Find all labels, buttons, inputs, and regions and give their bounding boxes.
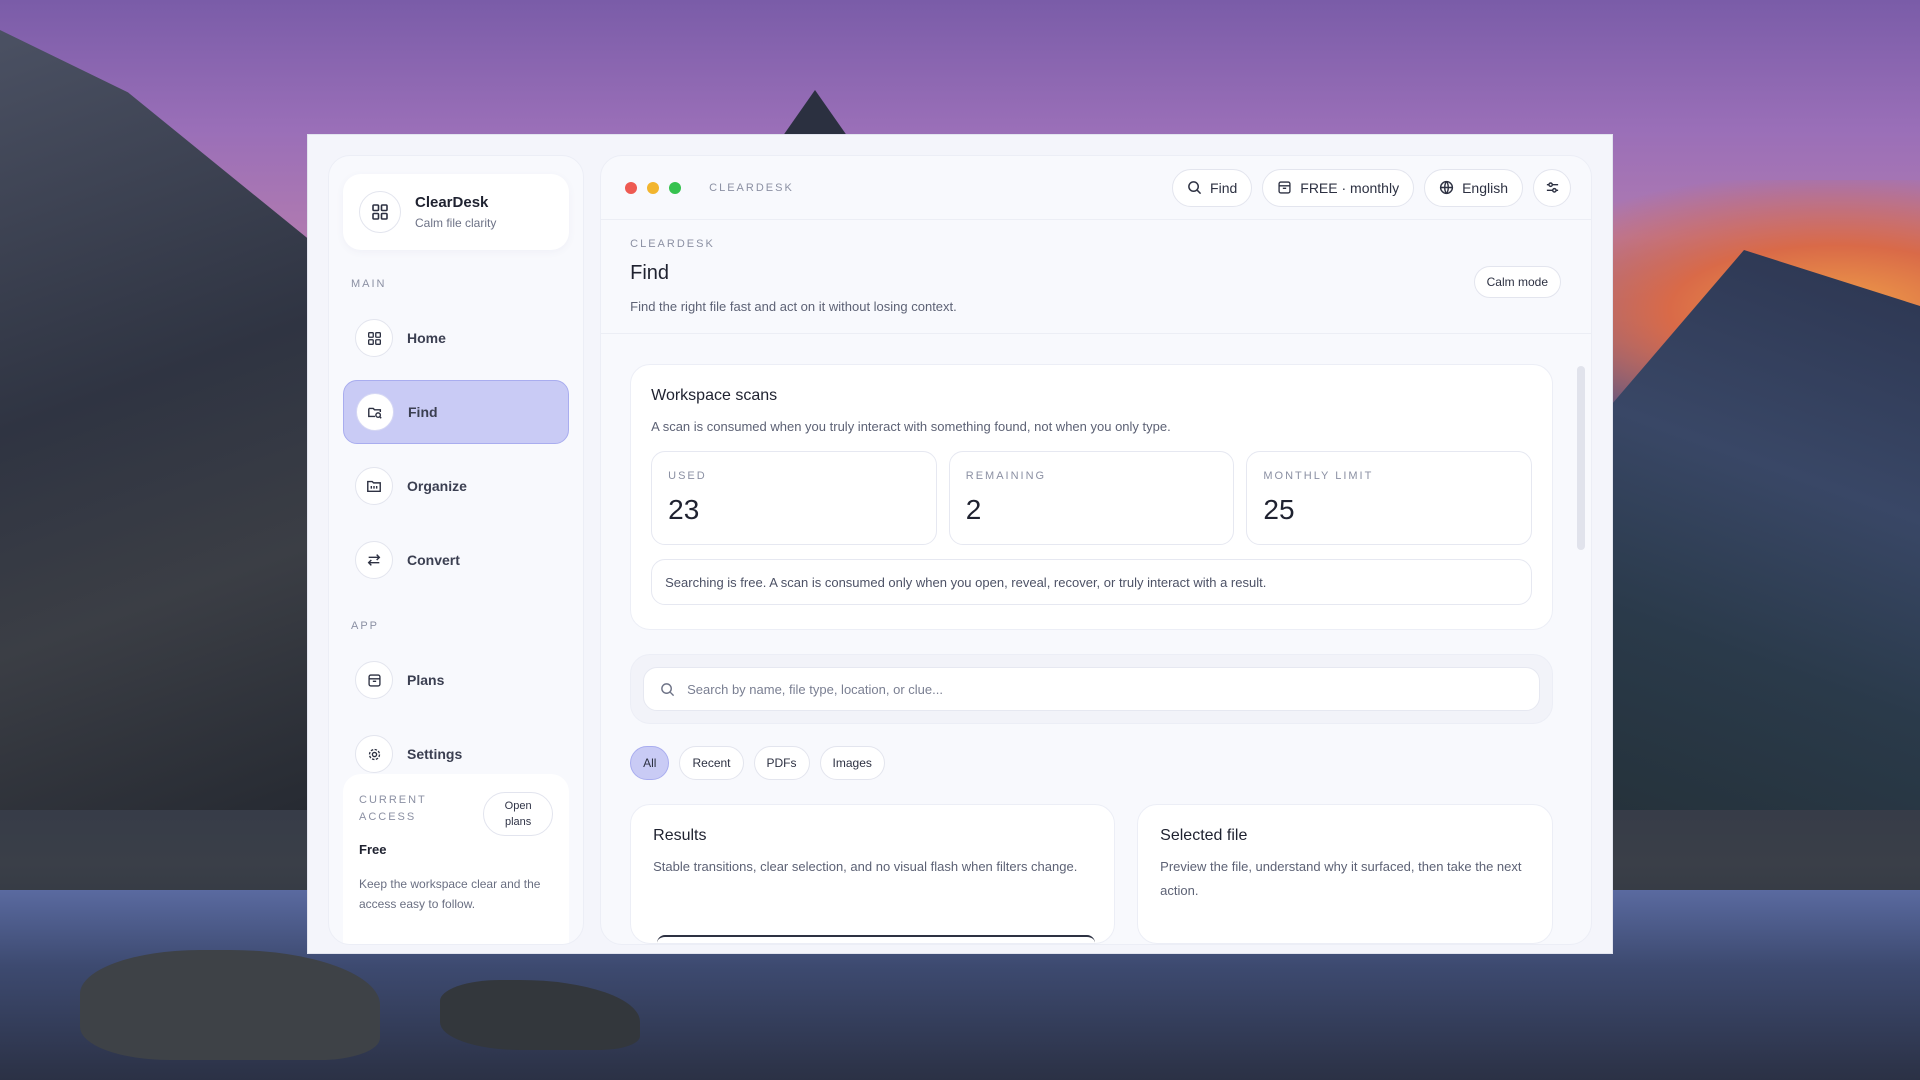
open-plans-button[interactable]: Open plans [483,792,554,836]
results-title: Results [653,827,707,844]
scrollbar[interactable] [1577,366,1585,550]
grid-icon [355,319,393,357]
settings-sliders-button[interactable] [1533,168,1571,207]
sidebar-item-organize[interactable]: Organize [343,454,569,518]
results-card: Results Stable transitions, clear select… [630,804,1116,944]
sidebar-item-label: Find [408,404,438,420]
access-label: CURRENT ACCESS [359,794,427,823]
results-list-edge [657,935,1096,943]
selected-description: Preview the file, understand why it surf… [1160,859,1522,898]
main-panel: CLEARDESK Find FREE · monthly English CL… [600,155,1592,945]
search-icon [1188,181,1202,195]
sidebar-item-plans[interactable]: Plans [343,648,569,712]
page-eyebrow: CLEARDESK [630,238,715,250]
plan-button[interactable]: FREE · monthly [1262,168,1415,207]
page-header: CLEARDESK Find Find the right file fast … [601,220,1591,334]
scans-description: A scan is consumed when you truly intera… [651,419,1171,434]
close-window-button[interactable] [625,181,638,194]
globe-icon [1439,180,1454,195]
page-content: Workspace scans A scan is consumed when … [601,334,1591,944]
search-icon [661,682,675,696]
archive-icon [1278,181,1291,194]
sidebar: ClearDesk Calm file clarity MAIN Home Fi… [328,155,585,945]
sidebar-item-convert[interactable]: Convert [343,528,569,592]
swap-icon [355,541,393,579]
stat-remaining: REMAINING 2 [948,451,1235,545]
find-button-label: Find [1210,179,1238,196]
stat-value: 23 [668,494,700,525]
workspace-scans-card: Workspace scans A scan is consumed when … [630,364,1553,630]
sliders-icon [1546,182,1558,193]
access-description: Keep the workspace clear and the access … [359,877,541,911]
window-title: CLEARDESK [709,181,794,194]
grid-icon [359,191,401,233]
language-button[interactable]: English [1424,168,1523,207]
sidebar-item-label: Plans [407,672,445,688]
filter-chip-pdfs[interactable]: PDFs [753,746,810,780]
page-description: Find the right file fast and act on it w… [630,299,957,314]
search-panel [630,654,1553,724]
brand-title: ClearDesk [415,194,489,211]
calm-mode-button[interactable]: Calm mode [1473,266,1561,298]
archive-icon [355,661,393,699]
page-title: Find [630,262,670,284]
filter-chip-all[interactable]: All [630,746,670,780]
stat-label: USED [668,470,707,482]
language-button-label: English [1462,179,1508,196]
plan-button-label: FREE · monthly [1300,179,1400,196]
maximize-window-button[interactable] [669,181,682,194]
sidebar-item-label: Settings [407,746,463,762]
section-label-main: MAIN [351,278,387,290]
sidebar-item-label: Home [407,330,446,346]
sidebar-item-home[interactable]: Home [343,306,569,370]
app-window: ClearDesk Calm file clarity MAIN Home Fi… [307,134,1613,954]
sidebar-item-label: Convert [407,552,460,568]
selected-title: Selected file [1160,827,1248,844]
filter-chip-images[interactable]: Images [819,746,885,780]
current-access-card: CURRENT ACCESS Open plans Free Keep the … [343,774,570,944]
brand-card[interactable]: ClearDesk Calm file clarity [343,174,570,250]
stat-used: USED 23 [651,451,937,545]
stat-label: MONTHLY LIMIT [1263,470,1374,482]
folder-search-icon [356,393,394,431]
minimize-window-button[interactable] [647,181,660,194]
brand-tagline: Calm file clarity [415,216,497,230]
scan-info-note: Searching is free. A scan is consumed on… [651,559,1532,605]
stat-value: 25 [1263,494,1295,525]
filter-chips: All Recent PDFs Images [630,746,1553,780]
filter-chip-recent[interactable]: Recent [679,746,744,780]
find-button[interactable]: Find [1172,168,1253,207]
folder-icon [355,467,393,505]
search-box[interactable] [643,667,1540,711]
sidebar-item-find[interactable]: Find [343,380,570,444]
selected-file-card: Selected file Preview the file, understa… [1137,804,1553,944]
stat-label: REMAINING [965,470,1047,482]
top-bar: CLEARDESK Find FREE · monthly English [601,156,1591,220]
stat-monthly-limit: MONTHLY LIMIT 25 [1246,451,1533,545]
search-input[interactable] [687,681,1523,697]
results-description: Stable transitions, clear selection, and… [653,859,1078,874]
stat-value: 2 [965,494,982,525]
sidebar-item-label: Organize [407,478,467,494]
section-label-app: APP [351,620,380,632]
scans-title: Workspace scans [651,387,778,404]
gear-icon [355,735,393,773]
access-plan: Free [359,842,387,857]
